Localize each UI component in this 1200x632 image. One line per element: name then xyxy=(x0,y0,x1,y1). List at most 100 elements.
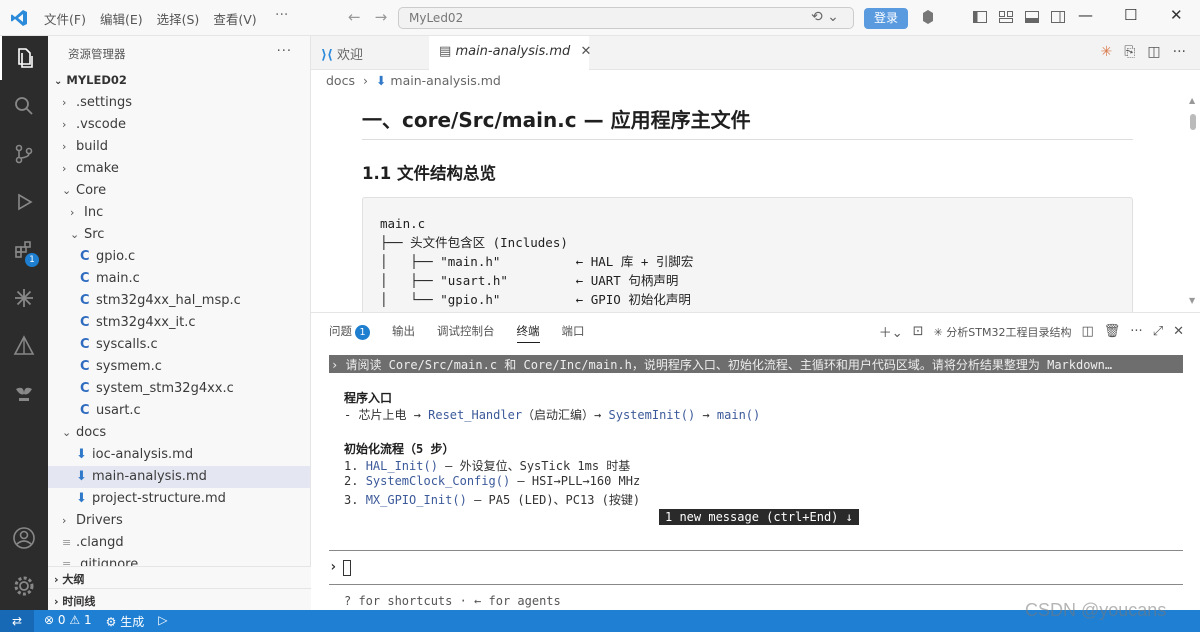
tab-output[interactable]: 输出 xyxy=(392,323,415,343)
extensions-badge: 1 xyxy=(25,253,39,267)
breadcrumb-folder[interactable]: docs xyxy=(326,73,355,88)
maximize-icon[interactable]: ☐ xyxy=(1124,6,1137,24)
tree-item[interactable]: › cmake xyxy=(48,158,310,180)
panel-more-icon[interactable]: ··· xyxy=(1130,324,1142,339)
scroll-down-icon[interactable]: ▼ xyxy=(1189,296,1195,305)
split-terminal-icon[interactable]: ◫ xyxy=(1081,324,1093,339)
tab-problems-label: 问题 xyxy=(329,324,352,338)
code-line: ├── 头文件包含区 (Includes) xyxy=(380,235,568,250)
scroll-up-icon[interactable]: ▲ xyxy=(1189,96,1195,105)
new-message-indicator[interactable]: 1 new message (ctrl+End) ↓ xyxy=(659,509,859,525)
account-icon[interactable] xyxy=(0,516,48,560)
title-bar: 文件(F) 编辑(E) 选择(S) 查看(V) ··· ← → MyLed02 … xyxy=(0,0,1200,36)
forward-arrow-icon[interactable]: → xyxy=(375,8,388,26)
stm32-icon[interactable] xyxy=(0,372,48,416)
entry-flow-line: - 芯片上电 → Reset_Handler（启动汇编）→ SystemInit… xyxy=(344,408,761,422)
menu-bar: 文件(F) 编辑(E) 选择(S) 查看(V) xyxy=(44,9,257,28)
tree-item[interactable]: Cmain.c xyxy=(48,268,310,290)
tab-debug-console[interactable]: 调试控制台 xyxy=(437,323,495,343)
c-file-icon: C xyxy=(80,249,90,264)
tree-item[interactable]: › Inc xyxy=(48,202,310,224)
timeline-section[interactable]: › 时间线 xyxy=(48,588,311,610)
chat-icon[interactable]: ⟲ ⌄ xyxy=(811,9,839,25)
warning-icon: ⚠ xyxy=(69,613,81,627)
manage-gear-icon[interactable] xyxy=(0,564,48,608)
new-terminal-plus-icon[interactable]: ＋⌄ xyxy=(879,322,903,341)
explorer-icon[interactable] xyxy=(0,36,48,80)
run-debug-icon[interactable] xyxy=(0,180,48,224)
tree-item[interactable]: Cstm32g4xx_hal_msp.c xyxy=(48,290,310,312)
breadcrumb-file[interactable]: main-analysis.md xyxy=(390,73,500,88)
tree-item[interactable]: ⬇ main-analysis.md xyxy=(48,466,310,488)
claude-code-icon[interactable]: ✳ xyxy=(1100,44,1112,60)
close-window-icon[interactable]: ✕ xyxy=(1170,6,1183,24)
terminal-name[interactable]: ✳ 分析STM32工程目录结构 xyxy=(934,324,1072,340)
menu-selection[interactable]: 选择(S) xyxy=(157,9,200,28)
tree-item-label: cmake xyxy=(76,161,119,176)
tree-item[interactable]: › Drivers xyxy=(48,510,310,532)
tree-item[interactable]: ≡ .clangd xyxy=(48,532,310,554)
back-arrow-icon[interactable]: ← xyxy=(348,8,361,26)
tree-item-label: main.c xyxy=(96,271,140,286)
maximize-panel-icon[interactable]: ⤢ xyxy=(1153,324,1163,339)
build-status[interactable]: ⚙ 生成 xyxy=(106,613,145,630)
login-button[interactable]: 登录 xyxy=(864,8,909,29)
minimize-icon[interactable]: — xyxy=(1078,6,1093,24)
run-play-icon[interactable]: ▷ xyxy=(158,613,167,630)
tree-item[interactable]: Cusart.c xyxy=(48,400,310,422)
cmake-icon[interactable] xyxy=(0,324,48,368)
editor-scrollbar[interactable]: ▲ ▼ xyxy=(1188,96,1198,308)
claude-icon[interactable] xyxy=(0,276,48,320)
menu-file[interactable]: 文件(F) xyxy=(44,9,86,28)
source-control-icon[interactable] xyxy=(0,132,48,176)
tab-welcome[interactable]: ⟩⟨ 欢迎 xyxy=(311,36,429,70)
outline-section[interactable]: › 大纲 xyxy=(48,566,311,588)
tree-item[interactable]: Cgpio.c xyxy=(48,246,310,268)
tree-item[interactable]: ⌄ Core xyxy=(48,180,310,202)
warning-count: 1 xyxy=(83,613,92,627)
tab-main-analysis[interactable]: ▤ main-analysis.md ✕ xyxy=(429,36,591,70)
toggle-secondary-sidebar-icon[interactable] xyxy=(1050,9,1066,25)
markdown-file-icon: ⬇ xyxy=(76,447,87,462)
scrollbar-thumb[interactable] xyxy=(1190,114,1196,130)
outline-label: 大纲 xyxy=(62,573,85,586)
tab-ports[interactable]: 端口 xyxy=(562,323,585,343)
open-preview-source-icon[interactable]: ⎘ xyxy=(1124,44,1135,60)
toggle-panel-icon[interactable] xyxy=(1024,9,1040,25)
tree-item[interactable]: ⌄ docs xyxy=(48,422,310,444)
tree-item[interactable]: › .vscode xyxy=(48,114,310,136)
tab-close-icon[interactable]: ✕ xyxy=(580,44,591,59)
tree-item[interactable]: Cstm32g4xx_it.c xyxy=(48,312,310,334)
more-actions-icon[interactable]: ··· xyxy=(1173,44,1186,60)
search-icon[interactable] xyxy=(0,84,48,128)
vscode-logo-icon xyxy=(11,10,27,26)
kill-terminal-trash-icon[interactable]: 🗑 xyxy=(1104,324,1121,339)
tree-item[interactable]: Csystem_stm32g4xx.c xyxy=(48,378,310,400)
terminal-input[interactable] xyxy=(343,560,351,576)
tree-item[interactable]: › .settings xyxy=(48,92,310,114)
menu-edit[interactable]: 编辑(E) xyxy=(100,9,143,28)
customize-layout-icon[interactable] xyxy=(998,9,1014,25)
remote-icon[interactable]: ⇄ xyxy=(0,610,34,632)
tree-item[interactable]: ⬇ project-structure.md xyxy=(48,488,310,510)
tree-item[interactable]: Csysmem.c xyxy=(48,356,310,378)
problems-status[interactable]: ⊗ 0 ⚠ 1 xyxy=(44,613,92,630)
breadcrumb: docs › ⬇ main-analysis.md xyxy=(311,70,1200,92)
tree-item[interactable]: ⌄ Src xyxy=(48,224,310,246)
explorer-more-icon[interactable]: ··· xyxy=(277,44,292,59)
tree-item[interactable]: › build xyxy=(48,136,310,158)
copilot-icon[interactable] xyxy=(920,9,936,25)
split-editor-icon[interactable]: ◫ xyxy=(1147,44,1160,60)
toggle-primary-sidebar-icon[interactable] xyxy=(972,9,988,25)
menu-more-icon[interactable]: ··· xyxy=(275,7,288,23)
extensions-icon[interactable]: 1 xyxy=(0,228,48,272)
tree-item-label: syscalls.c xyxy=(96,337,158,352)
tab-problems[interactable]: 问题 1 xyxy=(329,323,370,343)
workspace-root[interactable]: ⌄ MYLED02 xyxy=(48,70,310,92)
tree-item[interactable]: Csyscalls.c xyxy=(48,334,310,356)
command-center-search[interactable]: MyLed02 ⟲ ⌄ xyxy=(398,7,854,29)
menu-view[interactable]: 查看(V) xyxy=(213,9,256,28)
close-panel-icon[interactable]: ✕ xyxy=(1173,324,1184,339)
tab-terminal[interactable]: 终端 xyxy=(516,323,540,343)
tree-item[interactable]: ⬇ ioc-analysis.md xyxy=(48,444,310,466)
